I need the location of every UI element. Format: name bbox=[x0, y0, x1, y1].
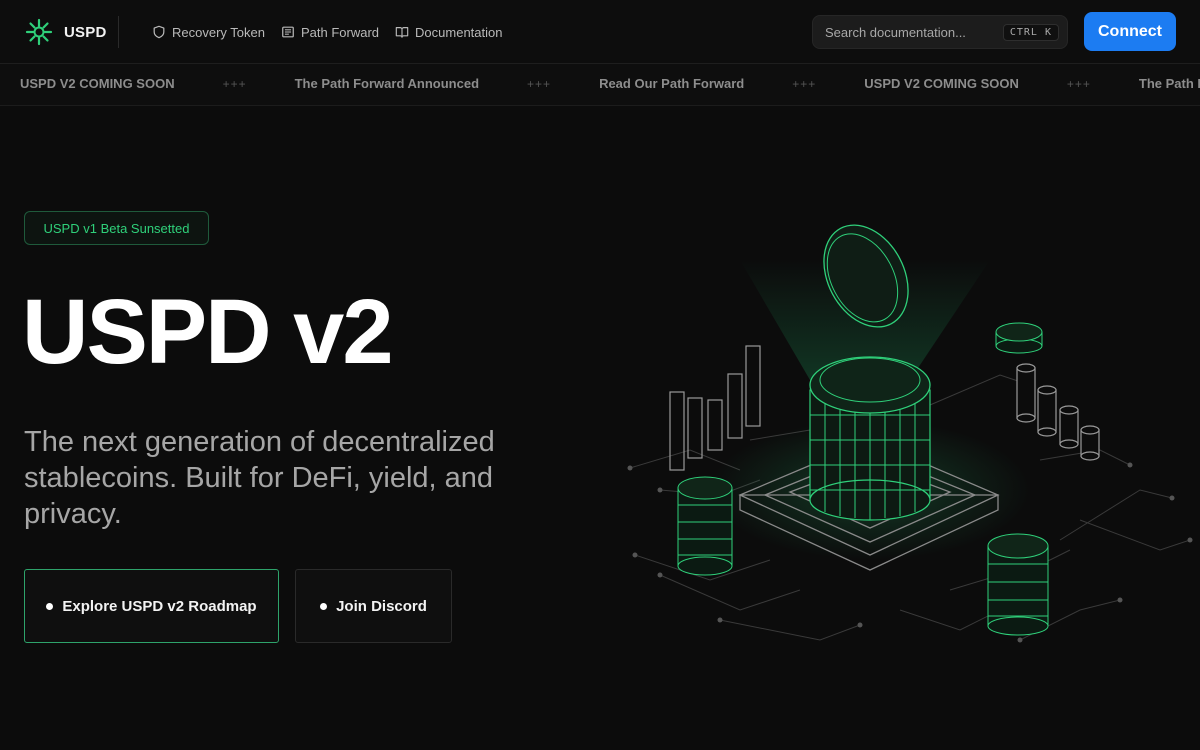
ticker-separator: +++ bbox=[527, 76, 552, 91]
button-label: Join Discord bbox=[336, 597, 427, 615]
ticker-separator: +++ bbox=[222, 76, 247, 91]
newspaper-icon bbox=[282, 26, 294, 38]
search-input[interactable] bbox=[825, 24, 1003, 40]
nav-item-label: Documentation bbox=[415, 24, 503, 40]
uspd-logo-icon bbox=[25, 18, 53, 46]
right-coin-stack bbox=[987, 533, 1049, 636]
hero-title: USPD v2 bbox=[22, 281, 393, 383]
ticker-separator: +++ bbox=[792, 76, 817, 91]
hero-subtitle: The next generation of decentralized sta… bbox=[24, 426, 495, 530]
announcement-ticker: USPD V2 COMING SOON +++ The Path Forward… bbox=[0, 64, 1200, 106]
nav-item-label: Recovery Token bbox=[172, 24, 265, 40]
nav-item-path-forward[interactable]: Path Forward bbox=[281, 25, 379, 40]
ticker-item[interactable]: Read Our Path Forward bbox=[599, 76, 744, 91]
connect-button[interactable]: Connect bbox=[1084, 12, 1176, 51]
small-coin bbox=[995, 322, 1043, 354]
ticker-item[interactable]: The Path Forward Announced bbox=[295, 76, 479, 91]
shield-icon bbox=[153, 25, 165, 39]
ticker-item[interactable]: USPD V2 COMING SOON bbox=[864, 76, 1019, 91]
header-divider bbox=[118, 16, 119, 48]
left-coin-stack bbox=[677, 476, 733, 576]
button-label: Explore USPD v2 Roadmap bbox=[62, 597, 257, 615]
isometric-coin-illustration bbox=[627, 224, 1193, 643]
join-discord-button[interactable]: Join Discord bbox=[295, 569, 452, 643]
book-icon bbox=[395, 27, 409, 38]
page: USPD Recovery Token Path Forward Documen… bbox=[0, 0, 1200, 750]
nav-item-recovery-token[interactable]: Recovery Token bbox=[152, 25, 265, 40]
ticker-item[interactable]: The Path Forward bbox=[1139, 76, 1200, 91]
top-nav-bar: USPD Recovery Token Path Forward Documen… bbox=[0, 0, 1200, 64]
bullet-dot-icon bbox=[320, 602, 328, 610]
nav-item-documentation[interactable]: Documentation bbox=[395, 25, 502, 40]
bullet-dot-icon bbox=[46, 602, 54, 610]
nav-item-label: Path Forward bbox=[300, 24, 380, 40]
ticker-track: USPD V2 COMING SOON +++ The Path Forward… bbox=[20, 76, 1200, 91]
ticker-separator: +++ bbox=[1066, 76, 1091, 91]
main-nav: Recovery Token Path Forward Documentatio… bbox=[152, 20, 502, 44]
search-shortcut-badge: CTRL K bbox=[1002, 23, 1059, 41]
brand[interactable]: USPD bbox=[24, 16, 106, 48]
central-coin-stack bbox=[809, 356, 931, 521]
cylinders bbox=[1016, 363, 1100, 461]
search-box[interactable]: CTRL K bbox=[812, 15, 1068, 49]
status-badge: USPD v1 Beta Sunsetted bbox=[24, 211, 209, 245]
explore-roadmap-button[interactable]: Explore USPD v2 Roadmap bbox=[24, 569, 279, 643]
brand-name: USPD bbox=[64, 23, 107, 41]
ticker-item[interactable]: USPD V2 COMING SOON bbox=[20, 76, 175, 91]
